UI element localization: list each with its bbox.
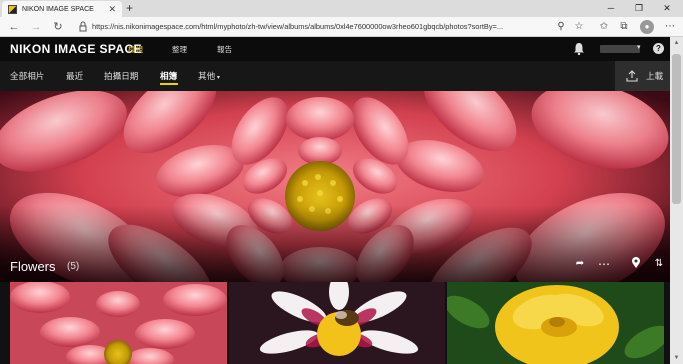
bell-icon[interactable]	[573, 42, 585, 55]
chevron-down-icon: ▾	[215, 75, 220, 81]
forward-icon[interactable]: →	[28, 19, 44, 35]
more-menu-icon[interactable]: ⋯	[663, 20, 677, 34]
lock-icon	[79, 21, 87, 32]
site-logo[interactable]: NIKON IMAGE SPACE	[10, 42, 142, 56]
window-close-icon[interactable]: ✕	[653, 0, 681, 17]
tab-title: NIKON IMAGE SPACE	[22, 5, 94, 13]
topnav-organize[interactable]: 整理	[172, 44, 187, 55]
star-icon[interactable]: ☆	[572, 20, 586, 34]
user-menu-chevron-down-icon[interactable]: ▾	[637, 43, 641, 51]
subnav-recent[interactable]: 最近	[66, 70, 83, 82]
subnav-all-photos[interactable]: 全部相片	[10, 70, 44, 82]
upload-label: 上載	[646, 71, 664, 81]
minimize-icon[interactable]: ─	[597, 0, 625, 17]
subnav-other[interactable]: 其他 ▾	[198, 70, 220, 82]
location-pin-icon[interactable]	[629, 257, 643, 271]
favorites-icon[interactable]: ✩	[597, 20, 611, 34]
photo-thumbnail-bee-flower[interactable]	[229, 282, 445, 364]
url-field[interactable]: https://nis.nikonimagespace.com/html/myp…	[92, 20, 562, 34]
upload-button[interactable]: 上載	[615, 61, 670, 91]
more-options-icon[interactable]: ⋯	[597, 257, 611, 271]
album-photo-count: (5)	[67, 261, 80, 272]
upload-icon	[626, 70, 638, 82]
photo-thumbnail-dahlia[interactable]	[10, 282, 227, 364]
refresh-icon[interactable]: ↻	[50, 19, 66, 35]
user-name-redacted[interactable]	[600, 45, 640, 53]
address-bar: ← → ↻ https://nis.nikonimagespace.com/ht…	[0, 17, 683, 37]
browser-tab[interactable]: NIKON IMAGE SPACE ✕	[2, 1, 122, 17]
collections-icon[interactable]: ⧉	[617, 20, 631, 34]
scrollbar-thumb[interactable]	[672, 54, 681, 204]
album-cover-image	[0, 91, 670, 282]
site-header: NIKON IMAGE SPACE 檢視 整理 報告 ▾ ?	[0, 37, 670, 61]
album-title: Flowers	[10, 259, 56, 274]
browser-tab-strip: NIKON IMAGE SPACE ✕ + ─ ❐ ✕	[0, 0, 683, 17]
sort-icon[interactable]: ⇅	[652, 257, 666, 271]
search-icon[interactable]: ⚲	[554, 20, 568, 34]
share-icon[interactable]: ➦	[573, 257, 587, 271]
maximize-icon[interactable]: ❐	[625, 0, 653, 17]
subnav-albums[interactable]: 相簿	[160, 70, 177, 82]
topnav-view[interactable]: 檢視	[128, 44, 143, 55]
new-tab-icon[interactable]: +	[126, 1, 133, 15]
sub-navigation: 全部相片 最近 拍攝日期 相簿 其他 ▾	[0, 61, 670, 91]
tab-close-icon[interactable]: ✕	[108, 4, 116, 15]
back-icon[interactable]: ←	[6, 19, 22, 35]
help-icon[interactable]: ?	[653, 43, 664, 54]
active-tab-indicator	[160, 83, 178, 85]
scroll-down-arrow-icon[interactable]: ▼	[670, 352, 683, 364]
photo-thumbnail-yellow-rose[interactable]	[447, 282, 664, 364]
profile-avatar-icon[interactable]: ●	[640, 20, 654, 34]
topnav-report[interactable]: 報告	[217, 44, 232, 55]
scroll-up-arrow-icon[interactable]: ▲	[670, 37, 683, 49]
nikon-favicon-icon	[8, 4, 17, 14]
subnav-shooting-date[interactable]: 拍攝日期	[104, 70, 138, 82]
